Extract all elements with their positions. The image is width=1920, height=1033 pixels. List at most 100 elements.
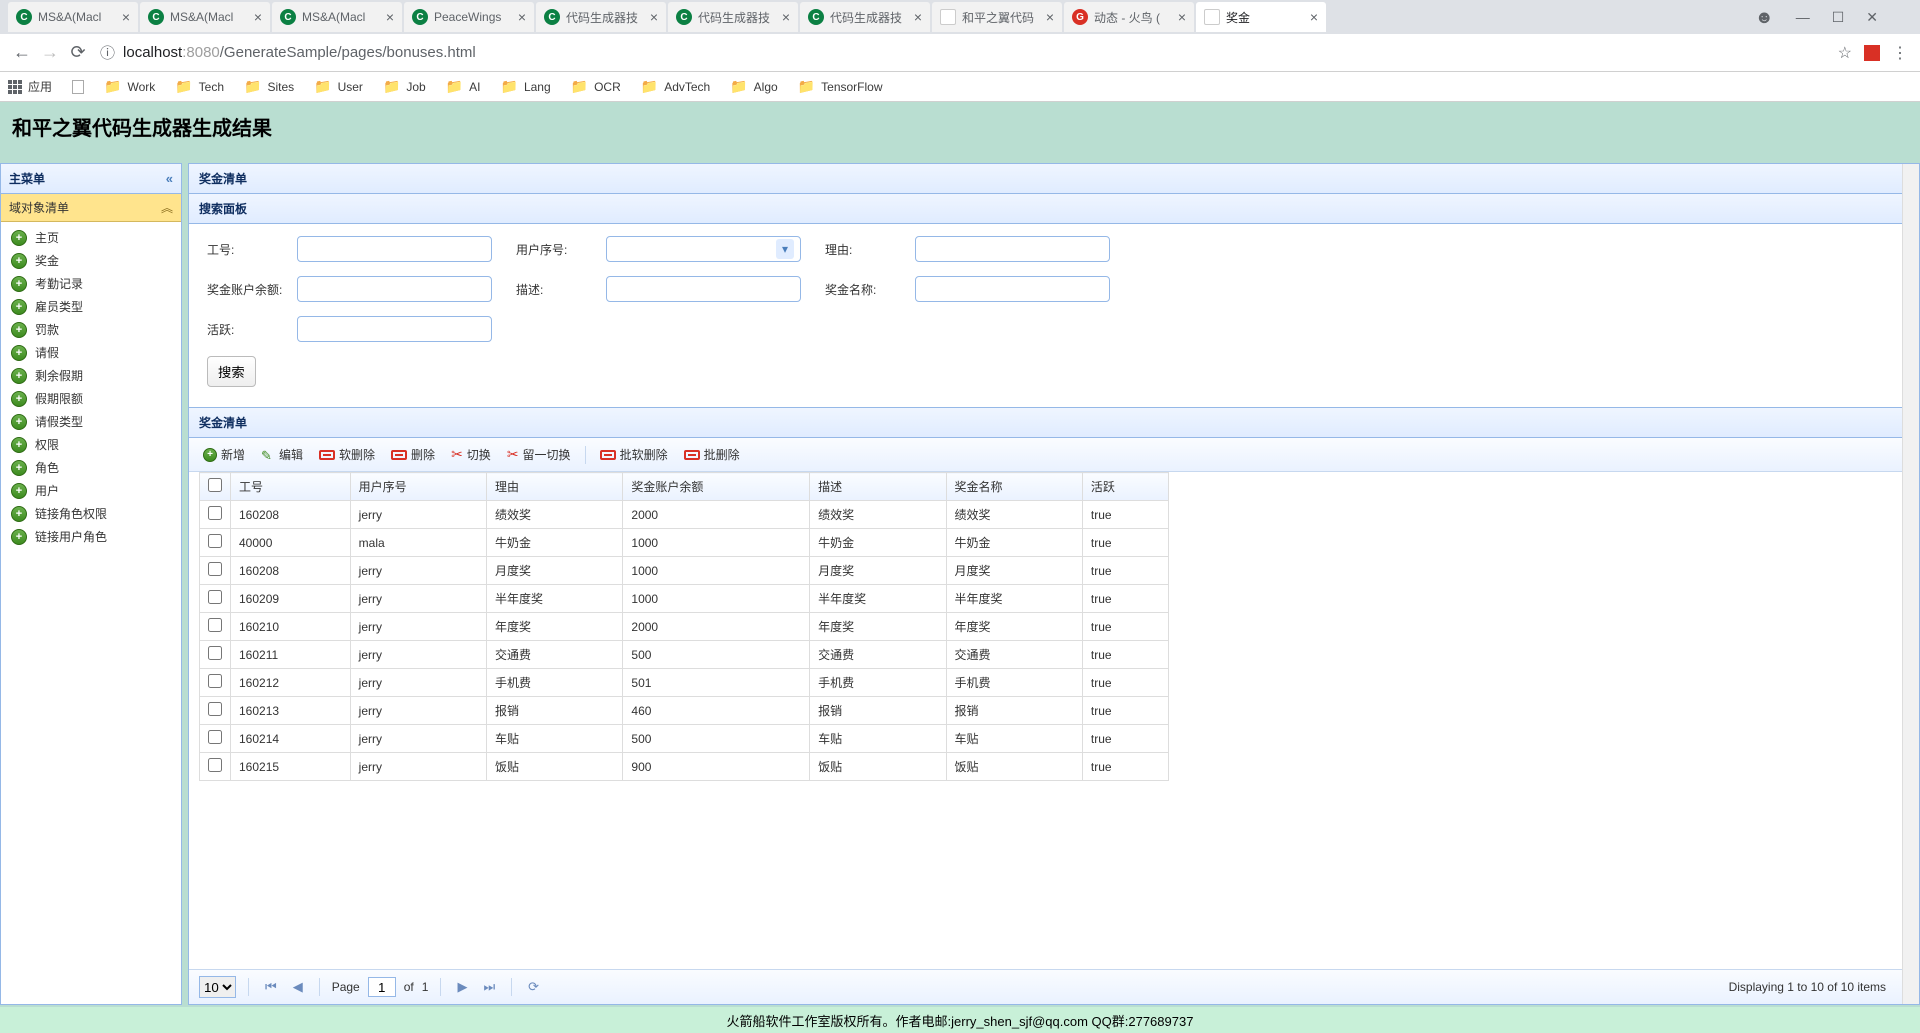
tab-close-icon[interactable]: × [1310, 9, 1318, 25]
site-info-icon[interactable]: ⓘ [100, 42, 115, 63]
row-checkbox[interactable] [208, 702, 222, 716]
sidebar-item[interactable]: +剩余假期 [1, 364, 181, 387]
last-page-icon[interactable]: ⏭ [479, 979, 499, 995]
input-id[interactable] [297, 236, 492, 262]
bookmark-folder[interactable]: 📁Job [383, 78, 426, 95]
sidebar-item[interactable]: +链接角色权限 [1, 502, 181, 525]
sidebar-item[interactable]: +主页 [1, 226, 181, 249]
table-row[interactable]: 160212jerry手机费501手机费手机费true [200, 669, 1169, 697]
browser-tab[interactable]: CMS&A(Macl× [140, 2, 270, 32]
table-row[interactable]: 160209jerry半年度奖1000半年度奖半年度奖true [200, 585, 1169, 613]
collapse-icon[interactable]: « [166, 171, 173, 186]
batchsoftdelete-button[interactable]: 批软删除 [596, 444, 672, 465]
url-field[interactable]: ⓘ localhost:8080/GenerateSample/pages/bo… [92, 42, 1838, 63]
tab-close-icon[interactable]: × [650, 9, 658, 25]
edit-button[interactable]: ✎编辑 [257, 444, 307, 465]
scrollbar[interactable] [1902, 164, 1919, 1004]
column-header[interactable]: 工号 [231, 473, 351, 501]
browser-tab[interactable]: C代码生成器技× [668, 2, 798, 32]
bookmark-folder[interactable]: 📁TensorFlow [798, 78, 883, 95]
first-page-icon[interactable]: ⏮ [261, 979, 281, 995]
page-input[interactable] [368, 977, 396, 997]
column-header[interactable]: 理由 [487, 473, 623, 501]
combo-userseq[interactable]: ▾ [606, 236, 801, 262]
sidebar-subheader[interactable]: 域对象清单 ︽ [1, 194, 181, 222]
row-checkbox[interactable] [208, 562, 222, 576]
sidebar-item[interactable]: +奖金 [1, 249, 181, 272]
menu-icon[interactable]: ⋮ [1892, 43, 1908, 63]
sidebar-item[interactable]: +链接用户角色 [1, 525, 181, 548]
table-row[interactable]: 160208jerry月度奖1000月度奖月度奖true [200, 557, 1169, 585]
tab-close-icon[interactable]: × [782, 9, 790, 25]
reload-icon[interactable]: ⟳ [64, 42, 92, 63]
pagesize-select[interactable]: 10 [199, 976, 236, 998]
browser-tab[interactable]: 和平之翼代码× [932, 2, 1062, 32]
sidebar-header[interactable]: 主菜单 « [1, 164, 181, 194]
tab-close-icon[interactable]: × [386, 9, 394, 25]
row-checkbox[interactable] [208, 646, 222, 660]
bookmark-folder[interactable]: 📁Lang [501, 78, 551, 95]
sidebar-item[interactable]: +假期限额 [1, 387, 181, 410]
sidebar-item[interactable]: +罚款 [1, 318, 181, 341]
sidebar-item[interactable]: +用户 [1, 479, 181, 502]
search-button[interactable]: 搜索 [207, 356, 256, 387]
add-button[interactable]: +新增 [199, 444, 249, 465]
softdelete-button[interactable]: 软删除 [315, 444, 379, 465]
chevron-up-icon[interactable]: ︽ [161, 199, 173, 216]
prev-page-icon[interactable]: ◀ [289, 979, 307, 995]
input-reason[interactable] [915, 236, 1110, 262]
tab-close-icon[interactable]: × [914, 9, 922, 25]
sidebar-item[interactable]: +权限 [1, 433, 181, 456]
select-all-checkbox[interactable] [208, 478, 222, 492]
tab-close-icon[interactable]: × [122, 9, 130, 25]
row-checkbox[interactable] [208, 674, 222, 688]
sidebar-item[interactable]: +请假类型 [1, 410, 181, 433]
column-header[interactable]: 用户序号 [350, 473, 486, 501]
bookmark-folder[interactable]: 📁AdvTech [641, 78, 710, 95]
input-balance[interactable] [297, 276, 492, 302]
table-row[interactable]: 160211jerry交通费500交通费交通费true [200, 641, 1169, 669]
bookmark-folder[interactable]: 📁Algo [730, 78, 777, 95]
browser-tab[interactable]: G动态 - 火鸟 (× [1064, 2, 1194, 32]
tab-close-icon[interactable]: × [518, 9, 526, 25]
column-header[interactable]: 奖金账户余额 [623, 473, 810, 501]
next-page-icon[interactable]: ▶ [453, 979, 471, 995]
refresh-icon[interactable]: ⟳ [524, 979, 543, 995]
sidebar-item[interactable]: +请假 [1, 341, 181, 364]
browser-tab[interactable]: CMS&A(Macl× [8, 2, 138, 32]
input-bonusname[interactable] [915, 276, 1110, 302]
delete-button[interactable]: 删除 [387, 444, 439, 465]
column-header[interactable]: 活跃 [1082, 473, 1168, 501]
close-icon[interactable]: ✕ [1866, 9, 1878, 26]
input-desc[interactable] [606, 276, 801, 302]
keeptoggle-button[interactable]: ✂留一切换 [503, 444, 575, 465]
minimize-icon[interactable]: — [1796, 9, 1810, 25]
bookmark-folder[interactable]: 📁Work [104, 78, 155, 95]
browser-tab[interactable]: CMS&A(Macl× [272, 2, 402, 32]
browser-tab[interactable]: C代码生成器技× [800, 2, 930, 32]
row-checkbox[interactable] [208, 506, 222, 520]
sidebar-item[interactable]: +考勤记录 [1, 272, 181, 295]
browser-tab[interactable]: 奖金× [1196, 2, 1326, 32]
maximize-icon[interactable]: ☐ [1832, 9, 1845, 26]
table-row[interactable]: 160210jerry年度奖2000年度奖年度奖true [200, 613, 1169, 641]
input-active[interactable] [297, 316, 492, 342]
toggle-button[interactable]: ✂切换 [447, 444, 495, 465]
column-header[interactable]: 奖金名称 [946, 473, 1082, 501]
row-checkbox[interactable] [208, 534, 222, 548]
bookmark-folder[interactable]: 📁User [314, 78, 363, 95]
tab-close-icon[interactable]: × [1178, 9, 1186, 25]
chevron-down-icon[interactable]: ▾ [776, 239, 794, 259]
batchdelete-button[interactable]: 批删除 [680, 444, 744, 465]
bookmark-folder[interactable]: 📁Tech [175, 78, 224, 95]
table-row[interactable]: 40000mala牛奶金1000牛奶金牛奶金true [200, 529, 1169, 557]
extension-icon[interactable] [1864, 45, 1880, 61]
table-row[interactable]: 160215jerry饭贴900饭贴饭贴true [200, 753, 1169, 781]
browser-tab[interactable]: C代码生成器技× [536, 2, 666, 32]
table-row[interactable]: 160213jerry报销460报销报销true [200, 697, 1169, 725]
bookmark-item[interactable] [72, 80, 84, 94]
bookmark-folder[interactable]: 📁AI [446, 78, 481, 95]
row-checkbox[interactable] [208, 730, 222, 744]
profile-icon[interactable]: ☻ [1755, 7, 1774, 28]
row-checkbox[interactable] [208, 618, 222, 632]
